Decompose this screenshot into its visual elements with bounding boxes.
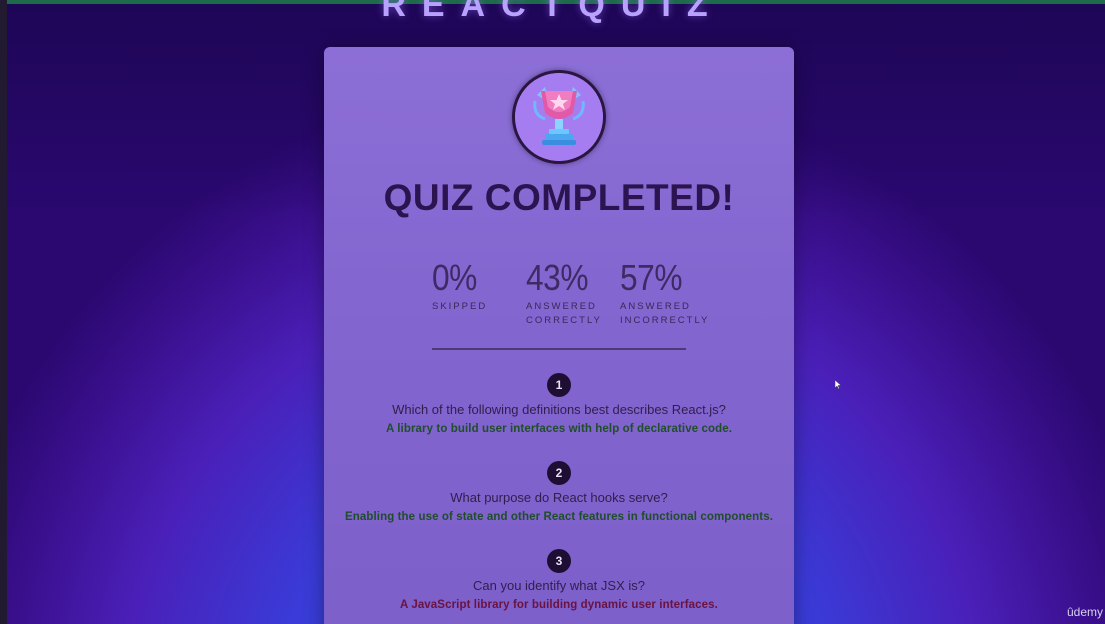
app-logo-text: REACTQUIZ <box>381 0 724 24</box>
stat-label: SKIPPED <box>432 301 488 312</box>
user-answer-correct: Enabling the use of state and other Reac… <box>344 511 774 523</box>
stat-label: ANSWERED INCORRECTLY <box>620 301 710 326</box>
mouse-cursor-icon <box>835 380 841 389</box>
stats-row: 0% SKIPPED 43% ANSWERED CORRECTLY 57% AN… <box>324 257 794 337</box>
question-text: Can you identify what JSX is? <box>473 578 645 593</box>
stat-correct: 43% ANSWERED CORRECTLY <box>526 257 602 328</box>
question-number-badge: 3 <box>547 549 571 573</box>
stat-value: 43% <box>526 257 589 298</box>
stat-skipped: 0% SKIPPED <box>432 257 487 314</box>
user-answer-wrong: A JavaScript library for building dynami… <box>400 599 718 611</box>
window-left-strip <box>0 0 7 624</box>
divider <box>432 348 686 350</box>
trophy-graphic <box>515 73 603 161</box>
question-text: Which of the following definitions best … <box>392 402 726 417</box>
summary-card: QUIZ COMPLETED! 0% SKIPPED 43% ANSWERED … <box>324 47 794 624</box>
stat-value: 57% <box>620 257 683 298</box>
question-number-badge: 1 <box>547 373 571 397</box>
stat-value: 0% <box>432 257 477 298</box>
question-text: What purpose do React hooks serve? <box>450 490 668 505</box>
user-answer-correct: A library to build user interfaces with … <box>385 423 733 435</box>
trophy-icon <box>512 70 606 164</box>
question-number-badge: 2 <box>547 461 571 485</box>
stat-label: ANSWERED CORRECTLY <box>526 301 602 326</box>
stat-incorrect: 57% ANSWERED INCORRECTLY <box>620 257 709 328</box>
page-title: QUIZ COMPLETED! <box>383 177 735 218</box>
watermark-logo: ûdemy <box>1066 605 1103 619</box>
